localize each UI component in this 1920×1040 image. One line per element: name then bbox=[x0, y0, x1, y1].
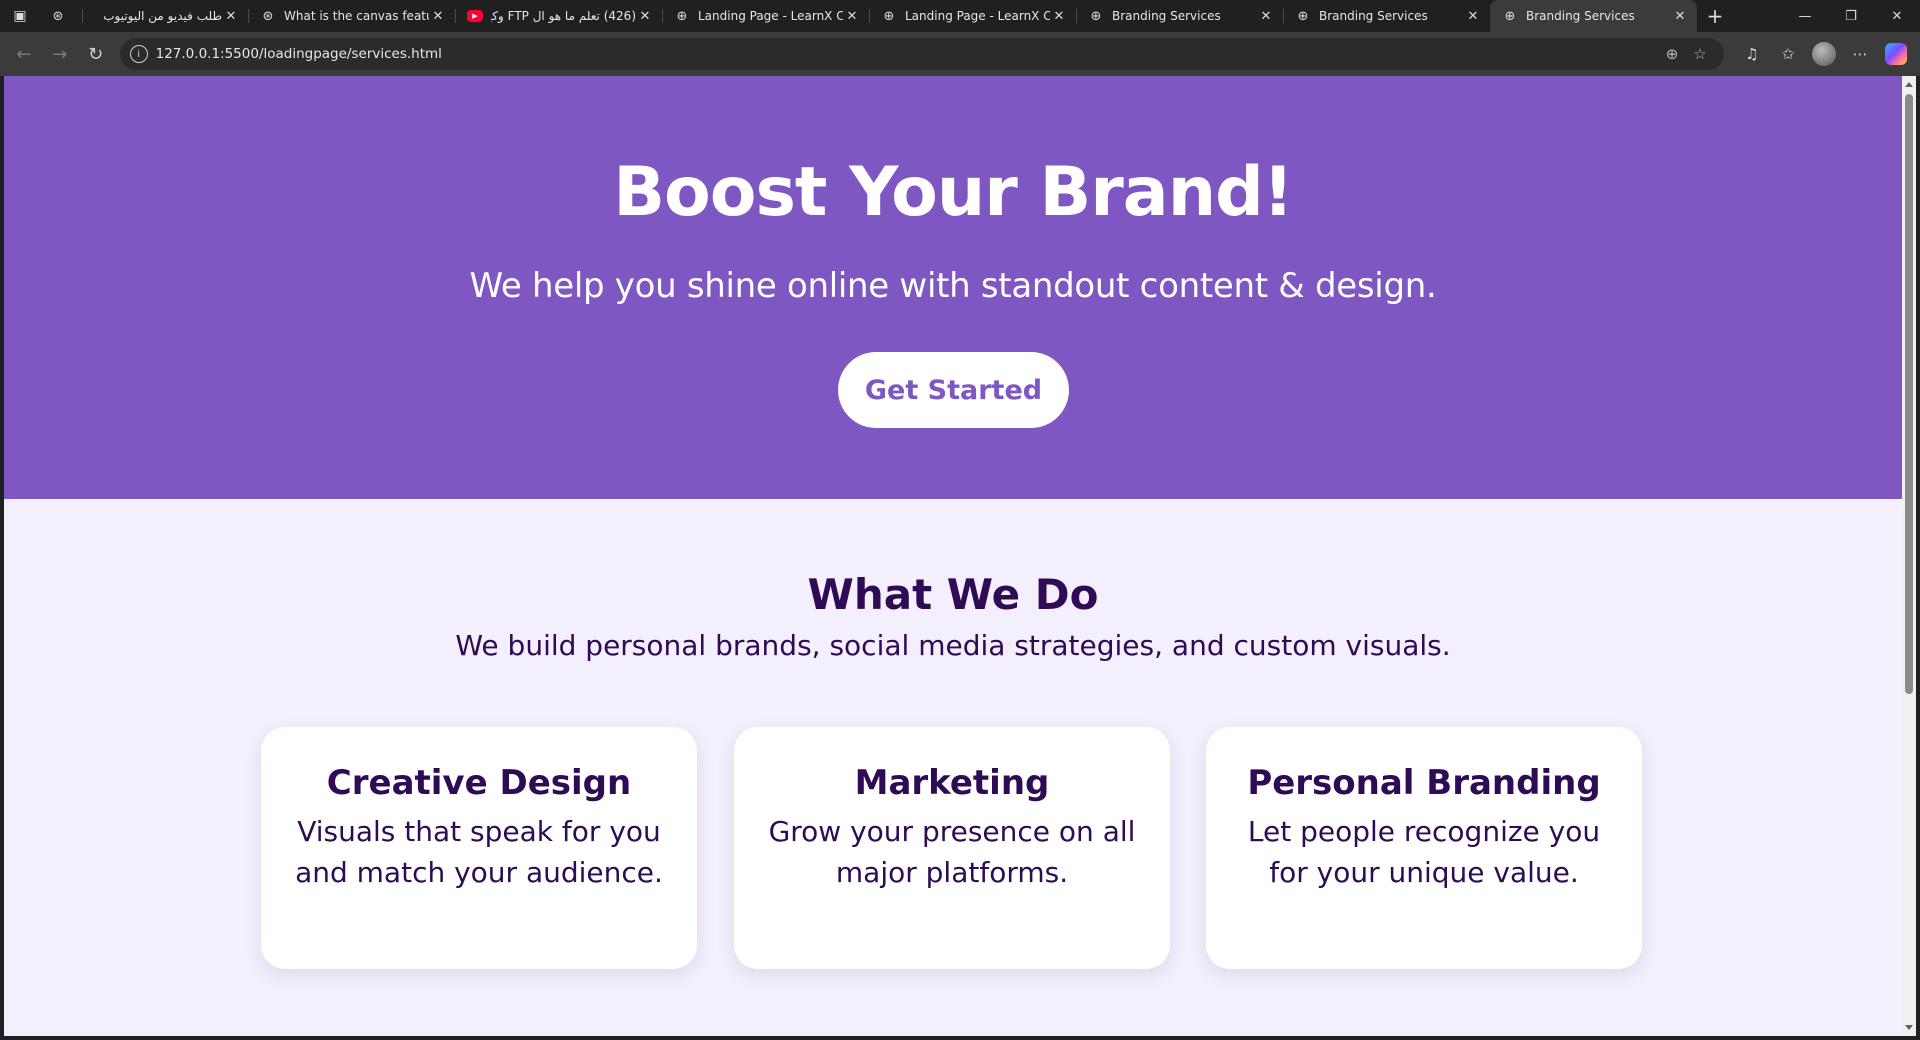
zoom-icon[interactable]: ⊕ bbox=[1658, 45, 1686, 63]
forward-arrow-icon[interactable]: → bbox=[42, 36, 78, 72]
card-title: Creative Design bbox=[326, 763, 632, 803]
tab-1[interactable]: طلب فيديو من اليوتيوب ✕ bbox=[82, 0, 248, 32]
page-viewport: Boost Your Brand! We help you shine onli… bbox=[4, 76, 1902, 1036]
globe-icon: ⊕ bbox=[1090, 8, 1102, 24]
globe-icon: ⊕ bbox=[1504, 8, 1516, 24]
globe-icon: ⊕ bbox=[883, 8, 895, 24]
tab-6[interactable]: ⊕ Branding Services ✕ bbox=[1076, 0, 1283, 32]
avatar bbox=[1812, 42, 1836, 66]
close-icon[interactable]: ✕ bbox=[1257, 9, 1275, 24]
tab-7[interactable]: ⊕ Branding Services ✕ bbox=[1283, 0, 1490, 32]
hero-subtitle: We help you shine online with standout c… bbox=[469, 266, 1437, 306]
services-subtitle: We build personal brands, social media s… bbox=[455, 629, 1451, 662]
tab-3[interactable]: ▶ (426) تعلم ما هو ال FTP وكيف ✕ bbox=[455, 0, 662, 32]
close-icon[interactable]: ✕ bbox=[1464, 9, 1482, 24]
service-card-creative-design: Creative Design Visuals that speak for y… bbox=[261, 727, 697, 969]
card-text: Visuals that speak for you and match you… bbox=[295, 815, 663, 889]
restore-icon[interactable]: ❐ bbox=[1828, 0, 1874, 32]
more-menu-icon[interactable]: ⋯ bbox=[1842, 38, 1878, 70]
window-controls: — ❐ ✕ bbox=[1782, 0, 1920, 32]
tab-title: Landing Page - LearnX Cou bbox=[698, 9, 843, 23]
favorites-icon[interactable]: ✩ bbox=[1770, 38, 1806, 70]
toolbar-icons: ♫ ✩ ⋯ bbox=[1734, 38, 1914, 70]
chatgpt-icon: ⊛ bbox=[262, 8, 274, 24]
get-started-button[interactable]: Get Started bbox=[838, 352, 1069, 428]
copilot-icon[interactable] bbox=[1878, 38, 1914, 70]
tab-title: What is the canvas feature bbox=[284, 9, 429, 23]
youtube-icon: ▶ bbox=[467, 10, 483, 22]
tab-bar: ▣ ⊛ طلب فيديو من اليوتيوب ✕ ⊛ What is th… bbox=[0, 0, 1920, 32]
tab-8-active[interactable]: ⊕ Branding Services ✕ bbox=[1490, 0, 1697, 32]
close-icon[interactable]: ✕ bbox=[1671, 9, 1689, 24]
tab-title: Branding Services bbox=[1526, 9, 1635, 23]
card-title: Marketing bbox=[854, 763, 1050, 803]
tab-title: طلب فيديو من اليوتيوب bbox=[103, 9, 222, 23]
hero-section: Boost Your Brand! We help you shine onli… bbox=[4, 76, 1902, 499]
tab-title: (426) تعلم ما هو ال FTP وكيف bbox=[491, 9, 636, 23]
scroll-up-icon[interactable] bbox=[1905, 82, 1913, 87]
copilot-logo bbox=[1885, 43, 1907, 65]
browser-toolbar: ← → ↻ i 127.0.0.1:5500/loadingpage/servi… bbox=[0, 32, 1920, 76]
back-arrow-icon[interactable]: ← bbox=[6, 36, 42, 72]
service-card-personal-branding: Personal Branding Let people recognize y… bbox=[1206, 727, 1642, 969]
close-icon[interactable]: ✕ bbox=[429, 9, 447, 24]
services-section: What We Do We build personal brands, soc… bbox=[4, 499, 1902, 1036]
tab-title: Branding Services bbox=[1319, 9, 1428, 23]
globe-icon: ⊕ bbox=[1297, 8, 1309, 24]
hero-title: Boost Your Brand! bbox=[613, 153, 1294, 232]
tab-0[interactable]: ⊛ bbox=[40, 0, 82, 32]
tab-2[interactable]: ⊛ What is the canvas feature ✕ bbox=[248, 0, 455, 32]
favorite-star-icon[interactable]: ☆ bbox=[1686, 45, 1714, 63]
tab-actions-icon[interactable]: ▣ bbox=[0, 0, 40, 32]
minimize-icon[interactable]: — bbox=[1782, 0, 1828, 32]
card-title: Personal Branding bbox=[1247, 763, 1601, 803]
address-bar[interactable]: i 127.0.0.1:5500/loadingpage/services.ht… bbox=[119, 38, 1724, 70]
page-scrollbar[interactable] bbox=[1902, 76, 1916, 1036]
globe-icon: ⊕ bbox=[676, 8, 688, 24]
tab-5[interactable]: ⊕ Landing Page - LearnX Cou ✕ bbox=[869, 0, 1076, 32]
window-frame-bottom bbox=[0, 1036, 1920, 1040]
close-icon[interactable]: ✕ bbox=[222, 9, 240, 24]
site-info-icon[interactable]: i bbox=[129, 45, 148, 63]
scrollbar-thumb[interactable] bbox=[1905, 94, 1913, 694]
tab-title: Branding Services bbox=[1112, 9, 1221, 23]
chatgpt-icon: ⊛ bbox=[52, 8, 64, 24]
services-title: What We Do bbox=[807, 570, 1099, 619]
scroll-down-icon[interactable] bbox=[1905, 1025, 1913, 1030]
service-card-marketing: Marketing Grow your presence on all majo… bbox=[734, 727, 1170, 969]
tab-4[interactable]: ⊕ Landing Page - LearnX Cou ✕ bbox=[662, 0, 869, 32]
card-text: Let people recognize you for your unique… bbox=[1247, 815, 1601, 889]
card-text: Grow your presence on all major platform… bbox=[768, 815, 1136, 889]
refresh-icon[interactable]: ↻ bbox=[78, 36, 114, 72]
profile-avatar[interactable] bbox=[1806, 38, 1842, 70]
close-icon[interactable]: ✕ bbox=[1050, 9, 1068, 24]
extensions-icon[interactable]: ♫ bbox=[1734, 38, 1770, 70]
new-tab-button[interactable]: + bbox=[1697, 0, 1733, 32]
address-url[interactable]: 127.0.0.1:5500/loadingpage/services.html bbox=[156, 46, 1658, 62]
close-icon[interactable]: ✕ bbox=[843, 9, 861, 24]
tab-title: Landing Page - LearnX Cou bbox=[905, 9, 1050, 23]
close-icon[interactable]: ✕ bbox=[636, 9, 654, 24]
window-close-icon[interactable]: ✕ bbox=[1874, 0, 1920, 32]
